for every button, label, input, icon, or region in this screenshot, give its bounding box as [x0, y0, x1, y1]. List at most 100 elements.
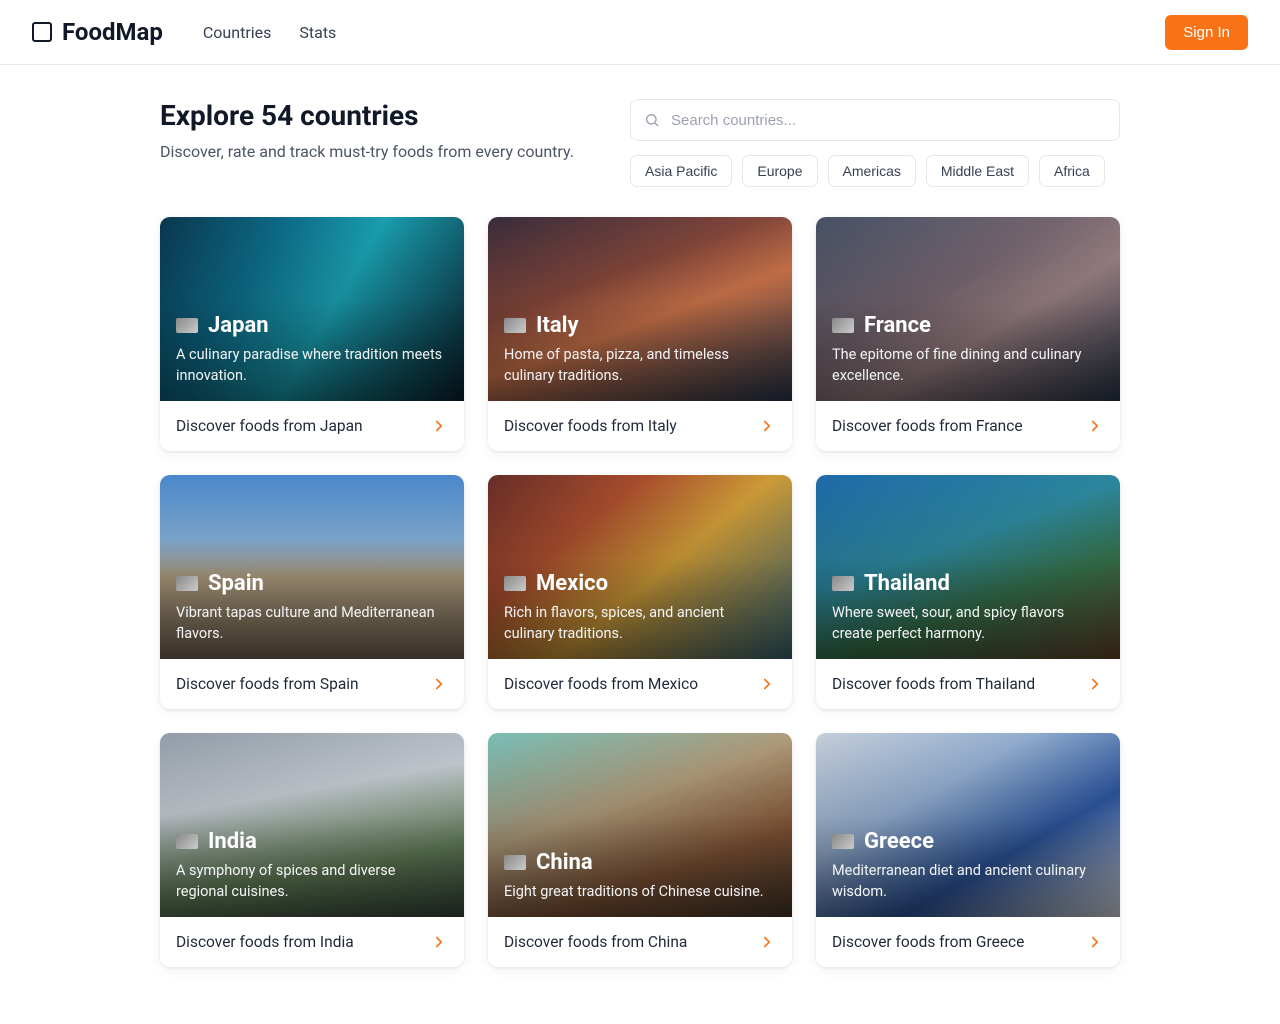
country-name: France	[864, 313, 931, 338]
chevron-right-icon	[1086, 675, 1104, 693]
country-card-cta: Discover foods from Mexico	[504, 675, 698, 693]
country-card[interactable]: China Eight great traditions of Chinese c…	[488, 733, 792, 967]
country-card-title: Italy	[504, 313, 776, 338]
country-card-cta: Discover foods from China	[504, 933, 687, 951]
country-card-cta: Discover foods from India	[176, 933, 354, 951]
country-card[interactable]: Spain Vibrant tapas culture and Mediterra…	[160, 475, 464, 709]
country-grid: Japan A culinary paradise where tradition…	[160, 217, 1120, 967]
country-card[interactable]: Italy Home of pasta, pizza, and timeless …	[488, 217, 792, 451]
brand-name: FoodMap	[62, 18, 163, 46]
country-card-footer[interactable]: Discover foods from Japan	[160, 401, 464, 451]
chevron-right-icon	[758, 933, 776, 951]
country-card[interactable]: Thailand Where sweet, sour, and spicy fla…	[816, 475, 1120, 709]
flag-icon	[176, 576, 198, 591]
filter-asia-pacific[interactable]: Asia Pacific	[630, 155, 732, 187]
country-card-hero: China Eight great traditions of Chinese c…	[488, 733, 792, 917]
nav-stats[interactable]: Stats	[299, 23, 336, 42]
country-name: Spain	[208, 571, 264, 596]
chevron-right-icon	[758, 675, 776, 693]
primary-nav: Countries Stats	[203, 23, 336, 42]
country-card-desc: A culinary paradise where tradition meet…	[176, 344, 448, 388]
country-card[interactable]: Japan A culinary paradise where tradition…	[160, 217, 464, 451]
country-card[interactable]: India A symphony of spices and diverse re…	[160, 733, 464, 967]
search-wrap	[630, 99, 1120, 141]
chevron-right-icon	[430, 933, 448, 951]
country-card-desc: A symphony of spices and diverse regiona…	[176, 860, 448, 904]
country-card-footer[interactable]: Discover foods from France	[816, 401, 1120, 451]
country-card-footer[interactable]: Discover foods from Thailand	[816, 659, 1120, 709]
country-name: Thailand	[864, 571, 950, 596]
filter-americas[interactable]: Americas	[828, 155, 916, 187]
chevron-right-icon	[430, 675, 448, 693]
country-card-footer[interactable]: Discover foods from Greece	[816, 917, 1120, 967]
country-card-title: Thailand	[832, 571, 1104, 596]
country-name: Greece	[864, 829, 934, 854]
country-card-footer[interactable]: Discover foods from Spain	[160, 659, 464, 709]
country-name: India	[208, 829, 257, 854]
country-card-cta: Discover foods from Japan	[176, 417, 363, 435]
country-card-desc: Eight great traditions of Chinese cuisin…	[504, 881, 776, 903]
country-card-hero: Thailand Where sweet, sour, and spicy fla…	[816, 475, 1120, 659]
country-card-title: India	[176, 829, 448, 854]
country-name: China	[536, 850, 593, 875]
country-card-desc: Vibrant tapas culture and Mediterranean …	[176, 602, 448, 646]
search-icon	[644, 112, 660, 128]
country-card-desc: The epitome of fine dining and culinary …	[832, 344, 1104, 388]
nav-countries[interactable]: Countries	[203, 23, 271, 42]
country-card-hero: Italy Home of pasta, pizza, and timeless …	[488, 217, 792, 401]
country-card[interactable]: France The epitome of fine dining and cul…	[816, 217, 1120, 451]
page-subtitle: Discover, rate and track must-try foods …	[160, 142, 590, 161]
country-name: Mexico	[536, 571, 608, 596]
signin-button[interactable]: Sign In	[1165, 15, 1248, 50]
country-card-desc: Rich in flavors, spices, and ancient cul…	[504, 602, 776, 646]
country-card-cta: Discover foods from Greece	[832, 933, 1024, 951]
search-input[interactable]	[630, 99, 1120, 141]
flag-icon	[504, 576, 526, 591]
country-card[interactable]: Greece Mediterranean diet and ancient cul…	[816, 733, 1120, 967]
country-card-hero: Mexico Rich in flavors, spices, and ancie…	[488, 475, 792, 659]
country-card-desc: Home of pasta, pizza, and timeless culin…	[504, 344, 776, 388]
header: FoodMap Countries Stats Sign In	[0, 0, 1280, 65]
country-card-footer[interactable]: Discover foods from India	[160, 917, 464, 967]
flag-icon	[832, 318, 854, 333]
filter-middle-east[interactable]: Middle East	[926, 155, 1029, 187]
logo-icon	[32, 22, 52, 42]
country-card-footer[interactable]: Discover foods from Italy	[488, 401, 792, 451]
country-card-desc: Mediterranean diet and ancient culinary …	[832, 860, 1104, 904]
filter-europe[interactable]: Europe	[742, 155, 817, 187]
flag-icon	[832, 576, 854, 591]
page-title: Explore 54 countries	[160, 99, 590, 132]
flag-icon	[504, 855, 526, 870]
country-card-hero: Spain Vibrant tapas culture and Mediterra…	[160, 475, 464, 659]
country-card-cta: Discover foods from Thailand	[832, 675, 1035, 693]
country-card-cta: Discover foods from France	[832, 417, 1023, 435]
page-content: Explore 54 countries Discover, rate and …	[160, 65, 1120, 1007]
country-card-title: China	[504, 850, 776, 875]
country-card-hero: India A symphony of spices and diverse re…	[160, 733, 464, 917]
country-name: Italy	[536, 313, 579, 338]
country-card-cta: Discover foods from Italy	[504, 417, 677, 435]
flag-icon	[832, 834, 854, 849]
chevron-right-icon	[430, 417, 448, 435]
country-card[interactable]: Mexico Rich in flavors, spices, and ancie…	[488, 475, 792, 709]
country-card-hero: Greece Mediterranean diet and ancient cul…	[816, 733, 1120, 917]
chevron-right-icon	[758, 417, 776, 435]
flag-icon	[176, 318, 198, 333]
chevron-right-icon	[1086, 933, 1104, 951]
country-card-hero: Japan A culinary paradise where tradition…	[160, 217, 464, 401]
brand[interactable]: FoodMap	[32, 18, 163, 46]
country-card-title: Japan	[176, 313, 448, 338]
flag-icon	[504, 318, 526, 333]
country-card-footer[interactable]: Discover foods from Mexico	[488, 659, 792, 709]
country-card-footer[interactable]: Discover foods from China	[488, 917, 792, 967]
flag-icon	[176, 834, 198, 849]
filter-africa[interactable]: Africa	[1039, 155, 1105, 187]
country-card-desc: Where sweet, sour, and spicy flavors cre…	[832, 602, 1104, 646]
country-card-title: Spain	[176, 571, 448, 596]
country-card-cta: Discover foods from Spain	[176, 675, 359, 693]
region-filters: Asia Pacific Europe Americas Middle East…	[630, 155, 1120, 187]
country-name: Japan	[208, 313, 269, 338]
country-card-title: Mexico	[504, 571, 776, 596]
country-card-title: Greece	[832, 829, 1104, 854]
country-card-hero: France The epitome of fine dining and cul…	[816, 217, 1120, 401]
